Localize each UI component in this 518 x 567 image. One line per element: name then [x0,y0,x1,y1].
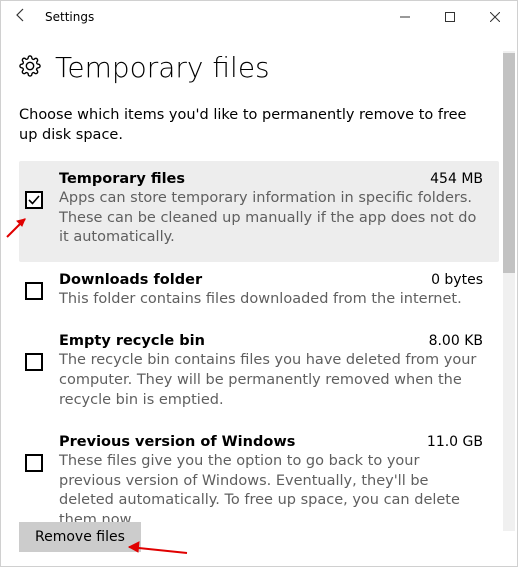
gear-icon [19,55,41,81]
list-item[interactable]: Downloads folder 0 bytes This folder con… [19,262,499,324]
items-list: Temporary files 454 MB Apps can store te… [19,161,499,544]
list-item[interactable]: Temporary files 454 MB Apps can store te… [19,161,499,262]
remove-files-button[interactable]: Remove files [19,522,141,552]
item-size: 0 bytes [431,272,483,288]
item-name: Empty recycle bin [59,333,205,349]
item-size: 11.0 GB [427,434,483,450]
page-title: Temporary files [55,51,270,84]
item-desc: Apps can store temporary information in … [59,189,483,248]
checkbox[interactable] [25,454,43,472]
item-size: 8.00 KB [429,333,483,349]
item-size: 454 MB [430,171,483,187]
window-title: Settings [41,10,94,24]
minimize-button[interactable] [382,1,427,33]
item-desc: This folder contains files downloaded fr… [59,290,483,310]
item-name: Downloads folder [59,272,202,288]
back-button[interactable] [1,7,41,27]
checkbox[interactable] [25,282,43,300]
item-desc: These files give you the option to go ba… [59,452,483,530]
close-button[interactable] [472,1,517,33]
item-name: Temporary files [59,171,185,187]
checkbox[interactable] [25,353,43,371]
intro-text: Choose which items you'd like to permane… [19,106,499,145]
titlebar: Settings [1,1,517,33]
checkbox[interactable] [25,191,43,209]
scrollbar-thumb[interactable] [503,53,515,273]
item-name: Previous version of Windows [59,434,295,450]
list-item[interactable]: Empty recycle bin 8.00 KB The recycle bi… [19,323,499,424]
maximize-button[interactable] [427,1,472,33]
item-desc: The recycle bin contains files you have … [59,351,483,410]
